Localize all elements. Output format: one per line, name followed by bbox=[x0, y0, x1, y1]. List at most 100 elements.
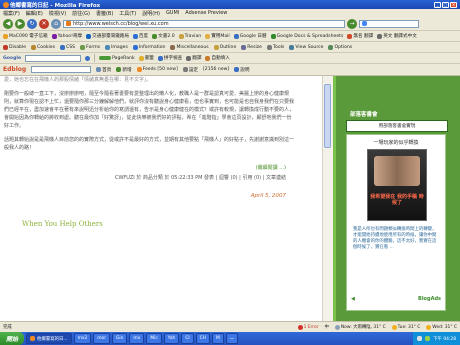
post-meta[interactable]: CWFUZI 於 商品分類 於 05:22:33 PM 發表 | 迴響 (0) … bbox=[0, 174, 320, 182]
url-text: http://www.weisch.cc/blog/wei.xu.com bbox=[73, 20, 169, 27]
bookmark-item[interactable]: Google Docs & Spreadsheets bbox=[270, 33, 343, 39]
book-cover[interactable]: 我希望我在 我的手稿 時候了 bbox=[367, 149, 427, 221]
book-ad[interactable]: 一場玩家的似乎轉換 我希望我在 我的手稿 時候了 我是人所也有問題類似轉換時間上… bbox=[346, 134, 446, 311]
sun-icon bbox=[426, 324, 432, 330]
bookmark-item[interactable]: 文書2.0 bbox=[152, 33, 175, 39]
bookmark-item[interactable]: Travian bbox=[178, 33, 201, 39]
edblog-search-input[interactable] bbox=[31, 66, 92, 73]
url-bar[interactable]: http://www.weisch.cc/blog/wei.xu.com bbox=[63, 19, 345, 28]
home-icon bbox=[96, 67, 102, 72]
menu-go[interactable]: 前往(G) bbox=[72, 10, 90, 17]
reload-button[interactable]: ↻ bbox=[27, 18, 37, 29]
back-button[interactable]: ◀ bbox=[3, 18, 13, 29]
sidebar-box[interactable]: 用部落客書會實現 bbox=[346, 120, 448, 132]
outline-menu[interactable]: Outline bbox=[213, 44, 236, 50]
taskbar-item[interactable]: mor bbox=[93, 333, 111, 344]
blog-post: 愛，她也忘在在飛機人的那股情緒「情緒真無憂在哪：見不文字」。 剛要你一般總一直工… bbox=[0, 76, 320, 321]
ime-indicator: 中 bbox=[324, 325, 329, 330]
cookies-menu[interactable]: Cookies bbox=[31, 44, 55, 50]
bookmarks-button[interactable]: 書籤 bbox=[138, 55, 154, 61]
google-search-button[interactable] bbox=[85, 55, 91, 61]
feeds-button[interactable]: Feeds [50 new] bbox=[136, 67, 178, 72]
home-button[interactable]: ⌂ bbox=[51, 18, 61, 29]
error-indicator[interactable]: 1 Error bbox=[297, 324, 318, 330]
sun-icon bbox=[391, 324, 397, 330]
pagerank-button[interactable]: PageRank bbox=[99, 56, 135, 61]
menu-help[interactable]: 說明(H) bbox=[142, 10, 160, 17]
bookmark-item[interactable]: MaC090 電子信箱 bbox=[3, 33, 48, 39]
clock: 下午 04:28 bbox=[433, 336, 456, 342]
menu-file[interactable]: 檔案(F) bbox=[3, 10, 20, 17]
rss-icon bbox=[136, 67, 142, 72]
search-box[interactable] bbox=[359, 19, 419, 28]
spellcheck-button[interactable]: 拼字檢查 bbox=[157, 55, 182, 61]
mail-icon bbox=[3, 33, 8, 39]
bookmark-item[interactable]: Google 日曆 bbox=[233, 33, 267, 39]
taskbar-item[interactable]: Gin bbox=[112, 333, 128, 344]
bookmark-item[interactable]: 交通部臺灣鐵路局 bbox=[86, 33, 129, 39]
images-menu[interactable]: Images bbox=[105, 44, 128, 50]
css-menu[interactable]: CSS bbox=[60, 44, 75, 50]
help-button[interactable]: 說明 bbox=[234, 67, 249, 73]
disable-icon bbox=[3, 44, 8, 50]
information-menu[interactable]: Information bbox=[132, 44, 165, 50]
forms-menu[interactable]: Forms bbox=[80, 44, 100, 50]
settings-button[interactable]: 設定 bbox=[182, 67, 198, 73]
blogads-logo[interactable]: BlogAds bbox=[418, 296, 441, 302]
book-description[interactable]: 我是人所也有問題類似轉換時間上的轉變，才能開始持續地使用所有的時候，讓你中間的人… bbox=[353, 227, 439, 251]
menu-gumi[interactable]: GUMI bbox=[166, 10, 179, 16]
taskbar-item[interactable]: CH bbox=[195, 333, 210, 344]
info-icon bbox=[132, 44, 138, 50]
bookmark-item[interactable]: 英文 翻譯式中文 bbox=[377, 33, 417, 39]
menu-edit[interactable]: 編輯(E) bbox=[26, 10, 43, 17]
edblog-brand[interactable]: Edblog bbox=[3, 66, 26, 73]
stop-button[interactable]: ✕ bbox=[39, 18, 49, 29]
options-menu[interactable]: Options bbox=[328, 44, 352, 50]
cookie-icon bbox=[31, 44, 37, 50]
next-post-title[interactable]: When You Help Others bbox=[0, 220, 320, 228]
close-button[interactable]: × bbox=[450, 1, 457, 8]
taskbar-item[interactable]: 一 bbox=[225, 333, 239, 344]
docs-icon bbox=[270, 33, 276, 39]
scrollbar-thumb[interactable] bbox=[324, 84, 331, 148]
bookmark-item[interactable]: Yahoo!奇摩 bbox=[51, 33, 82, 39]
bookmark-item[interactable]: 無名 翻譯 bbox=[347, 33, 373, 39]
minimize-button[interactable]: _ bbox=[434, 1, 441, 8]
view-source-menu[interactable]: View Source bbox=[289, 44, 323, 50]
google-search-input[interactable] bbox=[25, 54, 82, 62]
outline-icon bbox=[213, 44, 219, 50]
system-tray: 下午 04:28 bbox=[413, 332, 460, 345]
tools-menu[interactable]: Tools bbox=[267, 44, 284, 50]
resize-menu[interactable]: Resize bbox=[241, 44, 262, 50]
vertical-scrollbar[interactable] bbox=[322, 76, 333, 321]
bookmark-item[interactable]: 百度 bbox=[132, 33, 148, 39]
taskbar-item[interactable]: Yah bbox=[163, 333, 180, 344]
forward-button[interactable]: ▶ bbox=[15, 18, 25, 29]
menu-tools[interactable]: 工具(T) bbox=[119, 10, 136, 17]
menu-view[interactable]: 檢視(V) bbox=[49, 10, 66, 17]
taskbar-item[interactable]: mx bbox=[129, 333, 145, 344]
read-more-link[interactable]: (繼續閱讀 ...) bbox=[0, 164, 320, 172]
miscellaneous-menu[interactable]: Miscellaneous bbox=[170, 44, 209, 50]
taskbar-item[interactable]: 他鄉書寫的日... bbox=[26, 333, 72, 344]
taskbar-item[interactable]: Mic bbox=[146, 333, 162, 344]
edblog-home[interactable]: 首頁 bbox=[96, 67, 111, 73]
go-button[interactable]: → bbox=[347, 18, 357, 29]
autofill-button[interactable]: 自動填入 bbox=[205, 55, 230, 61]
disable-menu[interactable]: Disable bbox=[3, 44, 26, 50]
ad-prev-icon[interactable]: ◀ bbox=[351, 296, 355, 302]
bookmark-item[interactable]: 實用Mail bbox=[205, 33, 230, 39]
translate-button[interactable]: 翻譯 bbox=[186, 55, 201, 61]
volume-icon[interactable] bbox=[417, 336, 423, 341]
start-button[interactable]: 開始 bbox=[0, 332, 25, 345]
maximize-button[interactable]: □ bbox=[442, 1, 449, 8]
taskbar-item[interactable]: mx2 bbox=[73, 333, 92, 344]
edblog-new[interactable]: 新增 bbox=[116, 67, 132, 73]
network-icon[interactable] bbox=[425, 336, 431, 341]
status-bar: 完成 1 Error 中 Now: 大雨轉陰, 31° C Tue: 31° C… bbox=[0, 321, 460, 332]
menu-adsense[interactable]: Adsense Preview bbox=[185, 10, 227, 16]
taskbar-item[interactable]: Cl bbox=[181, 333, 194, 344]
weather-wed: Wed: 31° C bbox=[426, 324, 457, 330]
taskbar-item[interactable]: M bbox=[211, 333, 224, 344]
menu-bookmarks[interactable]: 書籤(B) bbox=[96, 10, 113, 17]
